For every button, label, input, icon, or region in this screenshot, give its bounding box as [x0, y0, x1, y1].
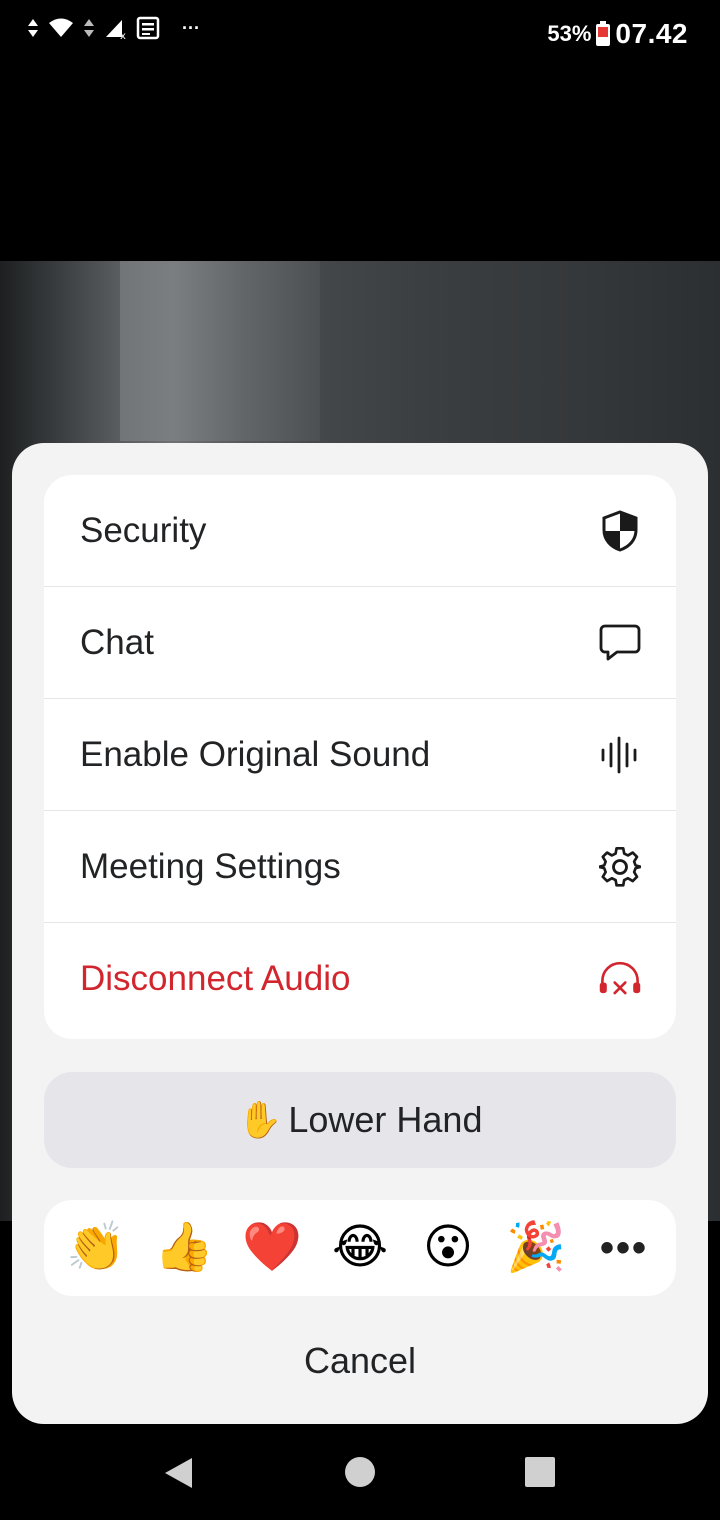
notification-overflow: ···: [182, 17, 200, 38]
recents-icon[interactable]: [524, 1456, 556, 1488]
svg-text:x: x: [120, 31, 126, 39]
surprised-face-icon[interactable]: 😮: [413, 1224, 483, 1272]
news-notification-icon: [136, 16, 160, 40]
menu-item-security[interactable]: Security: [44, 475, 676, 587]
tears-of-joy-icon[interactable]: 😂: [325, 1224, 395, 1272]
clapping-hands-icon[interactable]: 👏: [61, 1224, 131, 1272]
raised-hand-icon: ✋: [237, 1099, 283, 1140]
menu-item-label: Meeting Settings: [80, 846, 341, 886]
lower-hand-button[interactable]: ✋ Lower Hand: [44, 1072, 676, 1168]
signal-no-service-icon: x: [106, 20, 126, 39]
gear-icon: [598, 845, 642, 889]
status-icons-right: 53% 07.42: [547, 18, 688, 50]
menu-item-meeting-settings[interactable]: Meeting Settings: [44, 811, 676, 923]
more-reactions-button[interactable]: •••: [589, 1228, 659, 1268]
status-icons-left: x ···: [26, 16, 200, 40]
battery-icon: [596, 21, 611, 46]
data-transfer-icon-2: [84, 19, 94, 37]
headphones-disconnect-icon: [598, 957, 642, 1001]
menu-item-chat[interactable]: Chat: [44, 587, 676, 699]
party-popper-icon[interactable]: 🎉: [501, 1224, 571, 1272]
status-bar: x ··· 53% 07.42: [0, 0, 720, 66]
shield-icon: [598, 509, 642, 553]
menu-item-disconnect-audio[interactable]: Disconnect Audio: [44, 923, 676, 1035]
menu-card: Security Chat Enable Original Sound Meet…: [44, 475, 676, 1039]
system-nav-bar: [0, 1424, 720, 1520]
menu-item-label: Enable Original Sound: [80, 734, 431, 774]
sound-wave-icon: [598, 733, 642, 777]
wifi-icon: [49, 18, 73, 37]
data-transfer-icon: [28, 19, 38, 37]
home-icon[interactable]: [344, 1456, 376, 1488]
cancel-button[interactable]: Cancel: [44, 1321, 676, 1401]
thumbs-up-icon[interactable]: 👍: [149, 1224, 219, 1272]
more-options-sheet: Security Chat Enable Original Sound Meet…: [12, 443, 708, 1424]
menu-item-original-sound[interactable]: Enable Original Sound: [44, 699, 676, 811]
heart-icon[interactable]: ❤️: [237, 1224, 307, 1272]
lower-hand-label: Lower Hand: [288, 1099, 483, 1140]
video-highlight: [120, 261, 320, 441]
menu-item-label: Security: [80, 510, 207, 550]
clock: 07.42: [615, 18, 688, 49]
back-icon[interactable]: [162, 1456, 194, 1490]
menu-item-label: Disconnect Audio: [80, 959, 351, 998]
battery-percent: 53%: [547, 21, 592, 46]
chat-bubble-icon: [598, 621, 642, 665]
menu-item-label: Chat: [80, 622, 154, 662]
reactions-bar: 👏 👍 ❤️ 😂 😮 🎉 •••: [44, 1200, 676, 1296]
